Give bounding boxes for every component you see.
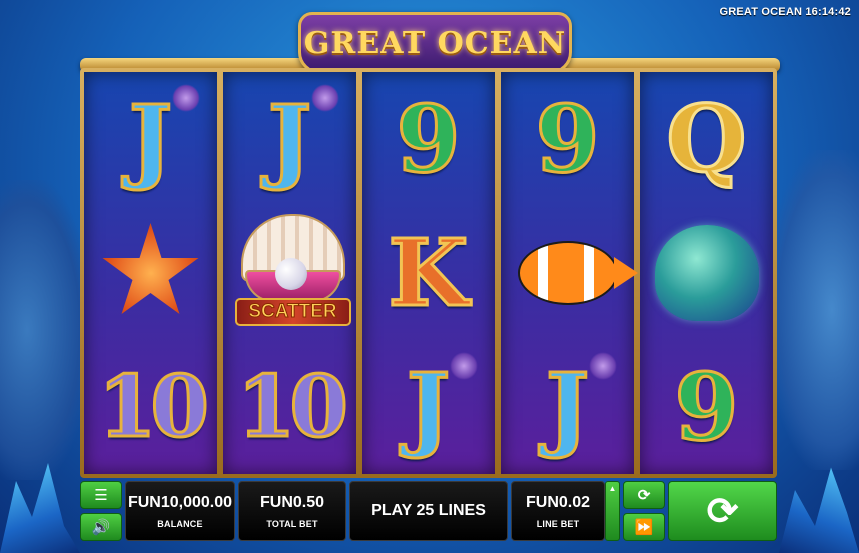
balance-label: BALANCE	[157, 519, 203, 529]
symbol-nine-glyph: 9	[534, 85, 601, 193]
sound-button[interactable]: 🔊	[80, 513, 122, 541]
total-bet-label: TOTAL BET	[266, 519, 318, 529]
total-bet-panel: FUN0.50 TOTAL BET	[238, 481, 346, 541]
symbol-j: J	[96, 84, 206, 194]
total-bet-value: FUN0.50	[259, 494, 325, 511]
game-logo: GREAT OCEAN	[298, 12, 572, 74]
balance-panel: FUN10,000.00 BALANCE	[125, 481, 235, 541]
sound-icon: 🔊	[91, 519, 111, 536]
coral-icon	[171, 84, 200, 112]
symbol-q-glyph: Q	[665, 85, 748, 193]
background-coral-left	[0, 180, 90, 480]
symbol-q: Q	[652, 84, 762, 194]
scatter-label: SCATTER	[234, 298, 351, 326]
background-coral-right	[769, 150, 859, 470]
line-bet-panel: FUN0.02 LINE BET	[511, 481, 605, 541]
coral-icon	[588, 352, 617, 380]
control-bar: ☰ 🔊 FUN10,000.00 BALANCE FUN0.50 TOTAL B…	[80, 481, 777, 541]
clownfish-icon	[517, 241, 638, 305]
autoplay-button[interactable]: ⟳	[623, 481, 665, 509]
symbol-j-glyph: J	[127, 85, 173, 193]
symbol-octopus	[652, 218, 762, 328]
game-logo-text: GREAT OCEAN	[303, 25, 567, 61]
octopus-icon	[654, 225, 759, 321]
starfish-icon	[102, 223, 199, 314]
symbol-ten-glyph: 10	[97, 357, 211, 456]
balance-value: FUN10,000.00	[127, 494, 233, 511]
coral-icon	[310, 84, 339, 112]
symbol-j: J	[374, 352, 484, 462]
symbol-nine: 9	[652, 352, 762, 462]
symbol-nine-glyph: 9	[395, 85, 462, 193]
reel-3: 9 K J	[362, 72, 495, 474]
symbol-k-glyph: K	[387, 219, 470, 327]
menu-icon: ☰	[94, 487, 108, 504]
symbol-nine: 9	[513, 84, 623, 194]
reels: J 10 J SCATTER 10 9 K J 9 J Q 9	[84, 72, 773, 474]
play-lines-button[interactable]: PLAY 25 LINES	[349, 481, 508, 541]
line-bet-stepper[interactable]: ▲	[605, 481, 620, 541]
symbol-nine: 9	[374, 84, 484, 194]
reel-2: J SCATTER 10	[223, 72, 356, 474]
symbol-j-glyph: J	[544, 353, 590, 461]
symbol-k: K	[374, 218, 484, 328]
chevron-up-icon[interactable]: ▲	[609, 484, 617, 493]
line-bet-label: LINE BET	[536, 519, 580, 529]
spin-icon: ⟳	[706, 490, 739, 533]
fast-forward-icon: ⏩	[634, 519, 654, 536]
symbol-j: J	[513, 352, 623, 462]
spin-button[interactable]: ⟳	[668, 481, 777, 541]
symbol-j: J	[235, 84, 345, 194]
pearl-shell-icon: SCATTER	[234, 214, 351, 332]
coral-icon	[449, 352, 478, 380]
menu-button[interactable]: ☰	[80, 481, 122, 509]
symbol-j-glyph: J	[266, 85, 312, 193]
turbo-button[interactable]: ⏩	[623, 513, 665, 541]
symbol-ten: 10	[96, 352, 211, 462]
game-clock: GREAT OCEAN 16:14:42	[719, 6, 851, 18]
symbol-starfish	[96, 218, 206, 328]
symbol-ten-glyph: 10	[236, 357, 350, 456]
reels-frame: J 10 J SCATTER 10 9 K J 9 J Q 9	[80, 68, 777, 478]
line-bet-value: FUN0.02	[525, 494, 591, 511]
reel-1: J 10	[84, 72, 217, 474]
symbol-clownfish	[513, 218, 638, 328]
reel-5: Q 9	[640, 72, 773, 474]
background-crystal-right	[779, 467, 859, 553]
symbol-scatter: SCATTER	[234, 214, 351, 328]
autoplay-icon: ⟳	[637, 487, 651, 504]
reel-4: 9 J	[501, 72, 638, 474]
pearl-icon	[274, 258, 307, 290]
symbol-ten: 10	[235, 352, 350, 462]
symbol-nine-glyph: 9	[673, 353, 740, 461]
symbol-j-glyph: J	[405, 353, 451, 461]
play-lines-label: PLAY 25 LINES	[371, 502, 486, 519]
